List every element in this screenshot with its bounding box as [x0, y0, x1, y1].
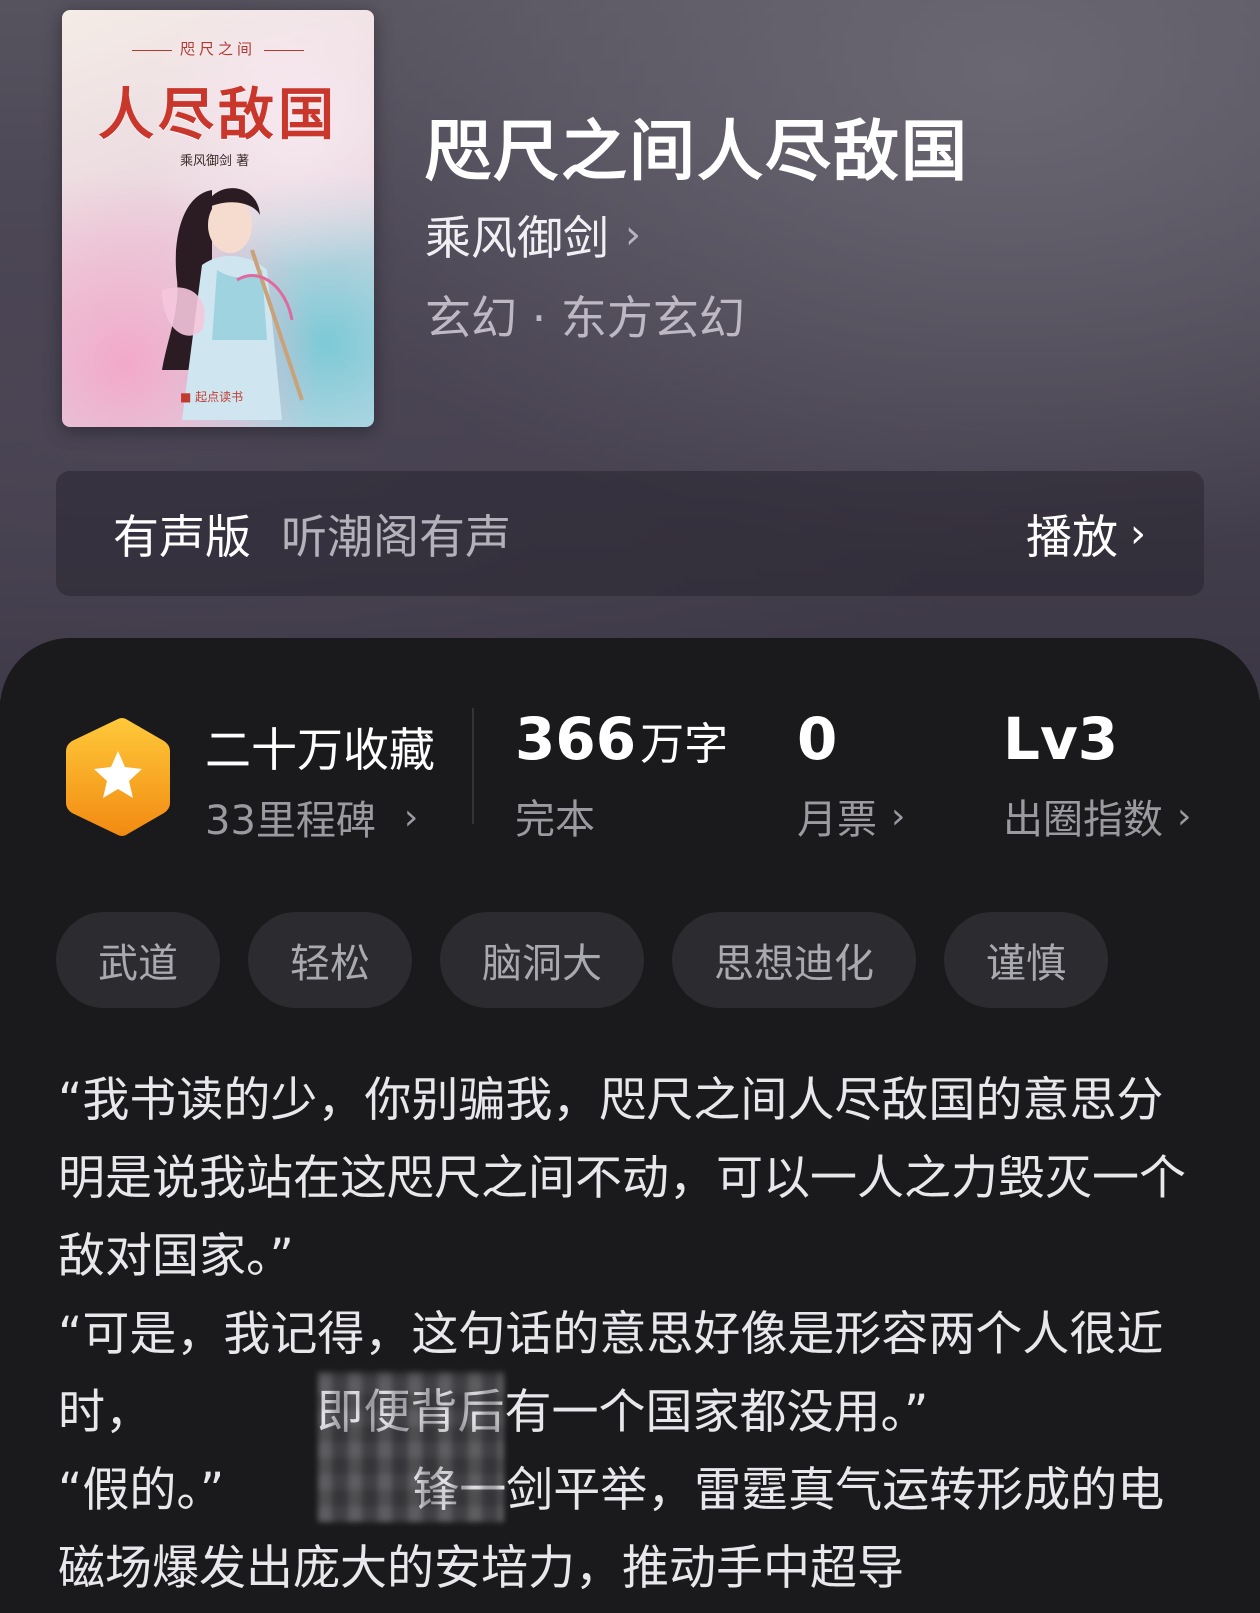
- cover-illustration: [162, 188, 304, 420]
- book-title: 咫尺之间人尽敌国: [425, 112, 969, 190]
- favorites-count[interactable]: 二十万收藏: [205, 714, 435, 780]
- cover-subtitle: 咫尺之间: [62, 38, 374, 59]
- chevron-right-icon: ›: [403, 796, 419, 838]
- audio-source: 听潮阁有声: [281, 509, 511, 564]
- redacted-mosaic: [318, 1372, 504, 1522]
- author-link[interactable]: 乘风御剑 ›: [425, 202, 641, 268]
- author-name: 乘风御剑: [425, 211, 609, 265]
- tag-chip[interactable]: 武道: [56, 912, 220, 1008]
- cover-title: 人尽敌国: [98, 82, 338, 148]
- chevron-right-icon: ›: [891, 795, 906, 837]
- chevron-right-icon: ›: [1130, 510, 1146, 557]
- word-count-value: 366: [515, 705, 637, 773]
- chevron-right-icon: ›: [625, 212, 641, 258]
- popularity-index-label: 出圈指数: [1003, 797, 1163, 843]
- cover-author: 乘风御剑 著: [180, 154, 250, 169]
- book-detail-page: 咫尺之间 人尽敌国 乘风御剑 著 ■ 起点读书 咫尺之间人尽敌国 乘风御剑 › …: [0, 0, 1260, 1613]
- popularity-level-value: Lv3: [1003, 705, 1119, 773]
- word-count-stat: 366万字 完本: [515, 705, 728, 845]
- milestone-link[interactable]: 33里程碑 ›: [205, 788, 418, 846]
- synopsis-paragraph: “假的。” 锋一剑平举，雷霆真气运转形成的电磁场爆发出庞大的安培力，推动手中超导: [58, 1463, 1165, 1596]
- popularity-index-stat[interactable]: Lv3 出圈指数 ›: [1003, 705, 1191, 845]
- synopsis-paragraph: “我书读的少，你别骗我，咫尺之间人尽敌国的意思分明是说我站在这咫尺之间不动，可以…: [58, 1073, 1186, 1284]
- synopsis-paragraph: “可是，我记得，这句话的意思好像是形容两个人很近时， 即便背后有一个国家都没用。…: [58, 1307, 1164, 1440]
- stats-divider: [472, 708, 474, 824]
- milestone-label: 33里程碑: [205, 798, 376, 844]
- audio-label: 有声版: [113, 509, 251, 564]
- book-cover[interactable]: 咫尺之间 人尽敌国 乘风御剑 著 ■ 起点读书: [62, 10, 374, 427]
- play-label: 播放: [1026, 509, 1118, 564]
- monthly-ticket-label: 月票: [797, 797, 877, 843]
- play-button[interactable]: 播放 ›: [1026, 501, 1146, 567]
- tag-chip[interactable]: 谨慎: [944, 912, 1108, 1008]
- tag-chip[interactable]: 脑洞大: [440, 912, 644, 1008]
- publisher-logo: ■ 起点读书: [180, 390, 244, 404]
- book-synopsis[interactable]: “我书读的少，你别骗我，咫尺之间人尽敌国的意思分明是说我站在这咫尺之间不动，可以…: [58, 1062, 1208, 1608]
- tag-list: 武道 轻松 脑洞大 思想迪化 谨慎: [56, 912, 1108, 1008]
- word-count-unit: 万字: [640, 719, 729, 770]
- completion-status: 完本: [515, 797, 595, 843]
- monthly-ticket-stat[interactable]: 0 月票 ›: [797, 705, 905, 845]
- audio-version-bar[interactable]: 有声版 听潮阁有声 播放 ›: [56, 471, 1204, 596]
- tag-chip[interactable]: 思想迪化: [672, 912, 916, 1008]
- star-hexagon-icon[interactable]: [62, 715, 174, 839]
- chevron-right-icon: ›: [1177, 795, 1192, 837]
- header-backdrop: 咫尺之间 人尽敌国 乘风御剑 著 ■ 起点读书 咫尺之间人尽敌国 乘风御剑 › …: [0, 0, 1260, 700]
- book-genre: 玄幻 · 东方玄幻: [425, 291, 745, 345]
- monthly-ticket-value: 0: [797, 705, 838, 773]
- tag-chip[interactable]: 轻松: [248, 912, 412, 1008]
